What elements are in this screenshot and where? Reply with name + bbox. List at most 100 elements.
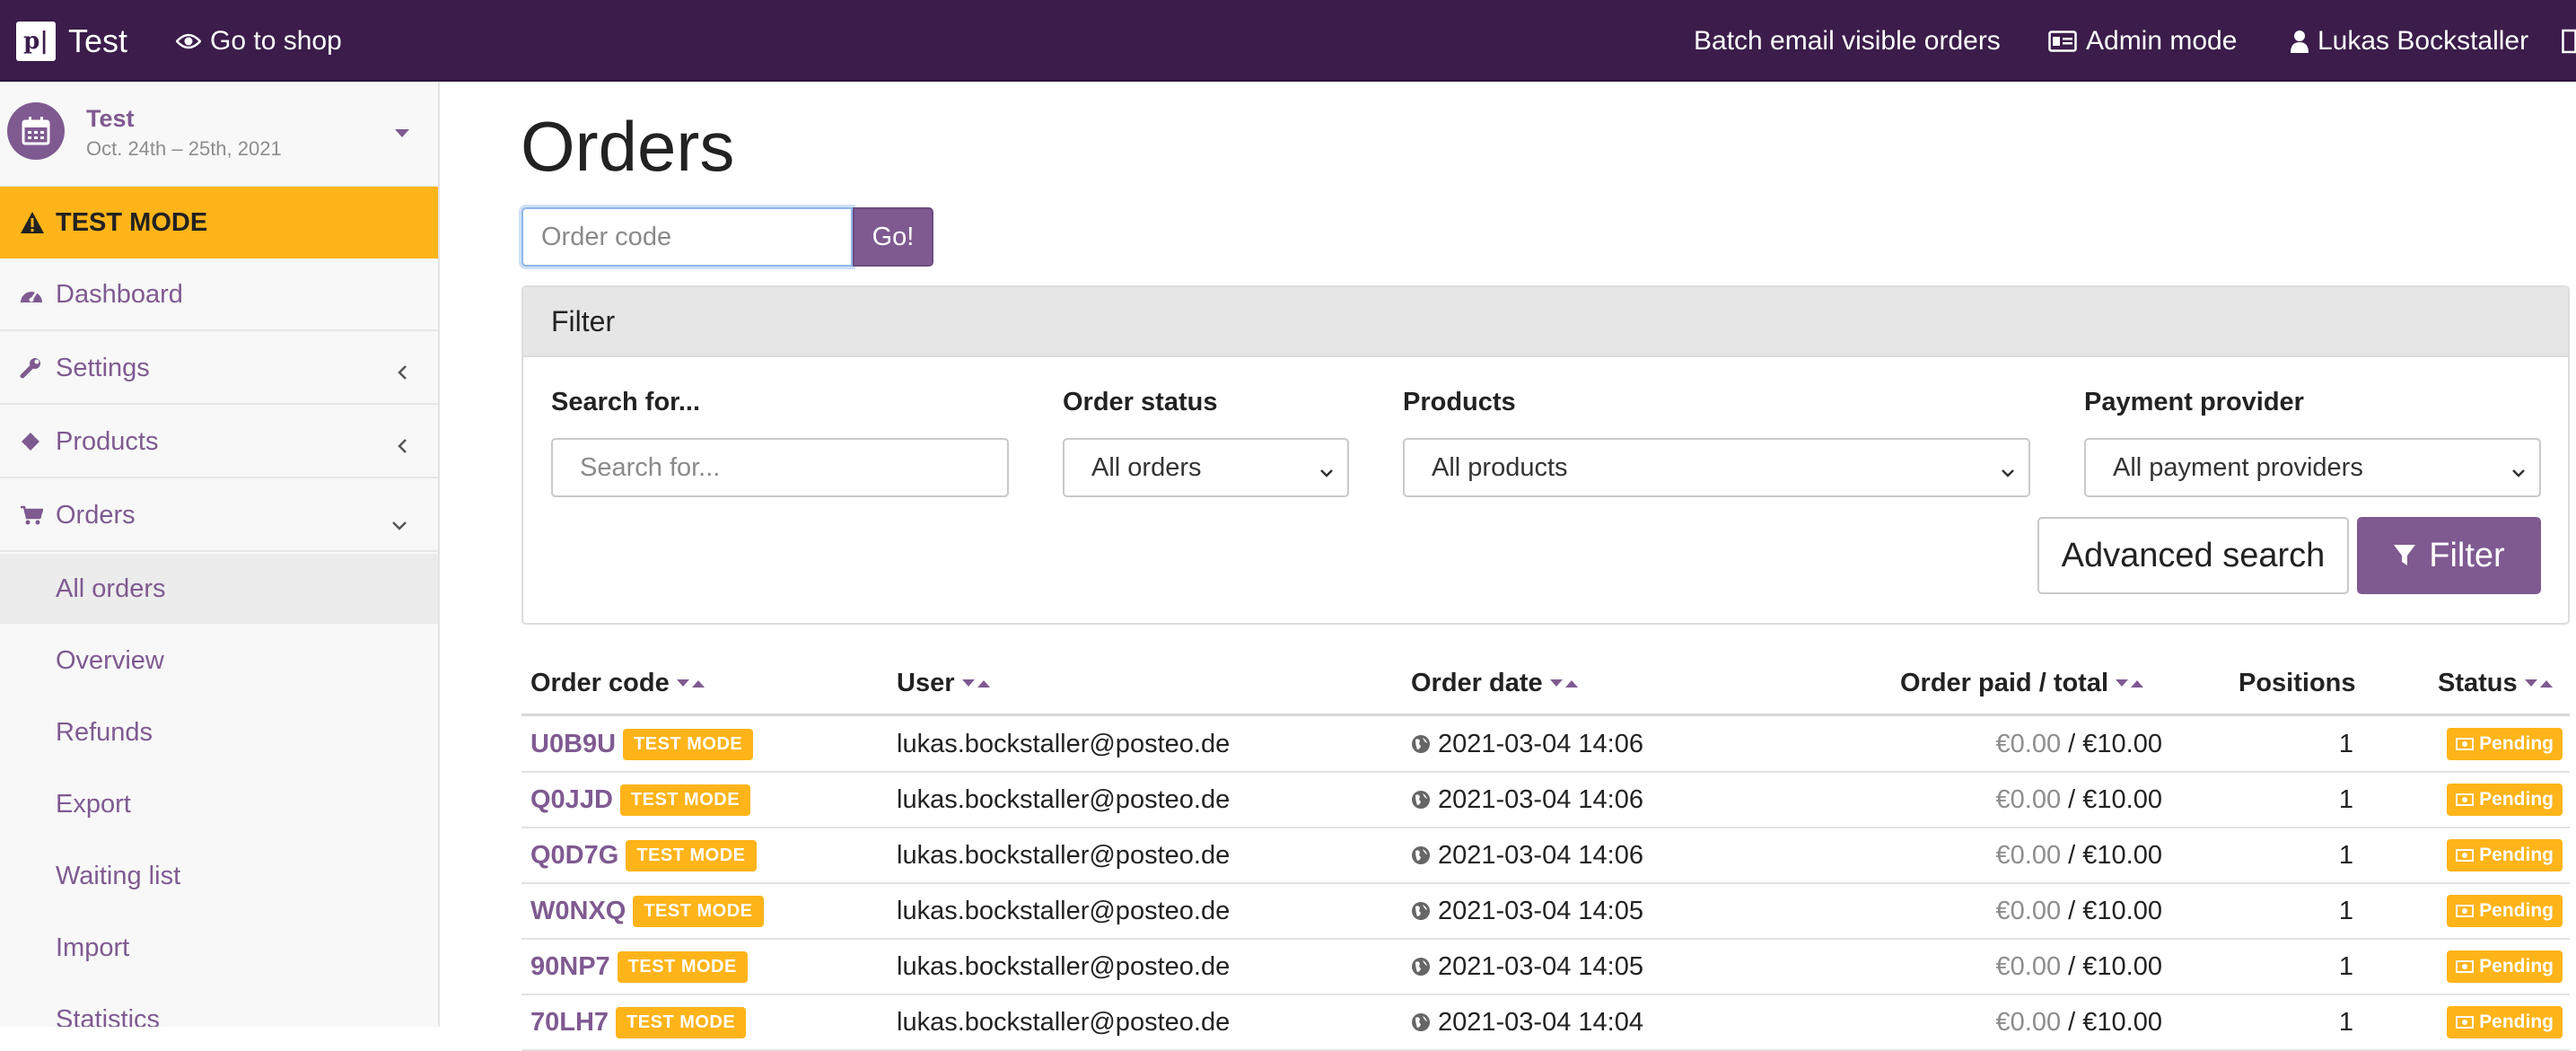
sidebar-subitem-export[interactable]: Export: [0, 769, 438, 839]
sort-icons[interactable]: [1549, 679, 1578, 688]
order-code-cell[interactable]: U0B9U TEST MODE: [530, 717, 754, 771]
top-navbar: p| Test Go to shop Batch email visible o…: [0, 0, 2576, 82]
order-code-input[interactable]: [521, 207, 853, 267]
positions-cell: 1: [2338, 729, 2353, 758]
sort-icons[interactable]: [2524, 679, 2553, 688]
order-code-cell[interactable]: Q0JJD TEST MODE: [530, 773, 751, 827]
order-date: 2021-03-04 14:05: [1438, 896, 1643, 925]
id-card-icon: [2048, 31, 2077, 52]
admin-mode-link[interactable]: Admin mode: [2048, 18, 2237, 65]
order-code-link[interactable]: W0NXQ: [530, 897, 626, 926]
sidebar-item-orders[interactable]: Orders: [0, 480, 438, 552]
sidebar-item-settings[interactable]: Settings: [0, 333, 438, 405]
money-icon: [2456, 738, 2475, 750]
order-code-cell[interactable]: 90NP7 TEST MODE: [530, 940, 748, 994]
products-label: Products: [1403, 388, 1516, 416]
order-date: 2021-03-04 14:05: [1438, 951, 1643, 981]
status-cell: Pending: [2447, 884, 2563, 938]
positions-cell: 1: [2338, 896, 2353, 925]
order-code-cell[interactable]: Q0D7G TEST MODE: [530, 828, 757, 882]
col-header-paid-total[interactable]: Order paid / total: [1900, 669, 2144, 698]
order-code-link[interactable]: Q0JJD: [530, 785, 613, 815]
paid-amount: €0.00: [1995, 1007, 2062, 1037]
sidebar-subitem-import[interactable]: Import: [0, 913, 438, 983]
go-to-shop-link[interactable]: Go to shop: [176, 18, 342, 65]
money-icon: [2456, 905, 2475, 917]
brand-name: Test: [68, 22, 128, 59]
order-status-select[interactable]: All orders: [1063, 438, 1349, 497]
order-date: 2021-03-04 14:06: [1438, 840, 1643, 870]
paid-total-cell: €0.00 / €10.00: [1995, 729, 2162, 758]
table-row: Q0JJD TEST MODE lukas.bockstaller@posteo.…: [521, 773, 2570, 828]
paid-total-cell: €0.00 / €10.00: [1995, 896, 2162, 925]
globe-icon: [1411, 1012, 1431, 1032]
event-switcher[interactable]: Test Oct. 24th – 25th, 2021: [0, 82, 438, 188]
filter-button[interactable]: Filter: [2357, 517, 2541, 594]
order-code-link[interactable]: 90NP7: [530, 952, 610, 982]
sidebar-item-label: Settings: [56, 353, 150, 382]
sidebar-subitem-statistics[interactable]: Statistics: [0, 985, 438, 1028]
payment-provider-select[interactable]: All payment providers: [2084, 438, 2541, 497]
sidebar-item-products[interactable]: Products: [0, 407, 438, 478]
date-cell: 2021-03-04 14:05: [1411, 940, 1643, 994]
logout-icon: [2562, 29, 2576, 54]
col-header-status[interactable]: Status: [2438, 669, 2553, 698]
col-header-user[interactable]: User: [897, 669, 990, 698]
cart-icon: [20, 504, 48, 526]
wrench-icon: [20, 357, 48, 379]
order-code-link[interactable]: 70LH7: [530, 1008, 609, 1038]
sort-icons[interactable]: [676, 679, 705, 688]
search-label: Search for...: [551, 388, 701, 416]
order-code-link[interactable]: Q0D7G: [530, 841, 618, 871]
user-name: Lukas Bockstaller: [2318, 26, 2529, 56]
money-icon: [2456, 960, 2475, 973]
globe-icon: [1411, 901, 1431, 921]
sort-icons[interactable]: [961, 679, 990, 688]
order-code-link[interactable]: U0B9U: [530, 730, 616, 759]
money-icon: [2456, 793, 2475, 806]
status-badge: Pending: [2447, 728, 2563, 760]
sidebar-subitem-waiting-list[interactable]: Waiting list: [0, 841, 438, 911]
paid-amount: €0.00: [1995, 896, 2062, 925]
sidebar-item-label: Dashboard: [56, 279, 183, 309]
col-header-order-date[interactable]: Order date: [1411, 669, 1578, 698]
col-header-order-code[interactable]: Order code: [530, 669, 705, 698]
positions-cell: 1: [2338, 951, 2353, 981]
logout-link[interactable]: [2562, 18, 2576, 65]
sidebar-subitem-all-orders[interactable]: All orders: [0, 554, 438, 624]
status-cell: Pending: [2447, 717, 2563, 771]
sidebar-item-dashboard[interactable]: Dashboard: [0, 259, 438, 331]
user-cell: lukas.bockstaller@posteo.de: [897, 840, 1231, 870]
table-row: Q0D7G TEST MODE lukas.bockstaller@posteo.…: [521, 828, 2570, 884]
batch-email-link[interactable]: Batch email visible orders: [1694, 18, 2001, 65]
search-input[interactable]: Search for...: [551, 438, 1009, 497]
products-value: All products: [1432, 452, 1568, 482]
go-to-shop-label: Go to shop: [210, 26, 342, 56]
sort-icons[interactable]: [2116, 679, 2144, 688]
advanced-search-button[interactable]: Advanced search: [2037, 517, 2349, 594]
date-cell: 2021-03-04 14:06: [1411, 773, 1643, 827]
test-mode-badge: TEST MODE: [633, 895, 764, 927]
col-header-positions: Positions: [2239, 669, 2356, 698]
order-code-cell[interactable]: W0NXQ TEST MODE: [530, 884, 764, 938]
dashboard-icon: [20, 285, 48, 304]
sidebar-subitem-refunds[interactable]: Refunds: [0, 697, 438, 767]
total-amount: €10.00: [2082, 896, 2162, 925]
user-menu-link[interactable]: Lukas Bockstaller: [2291, 18, 2528, 65]
products-select[interactable]: All products: [1403, 438, 2030, 497]
status-cell: Pending: [2447, 773, 2563, 827]
money-icon: [2456, 849, 2475, 862]
col-header-label: Order code: [530, 669, 670, 697]
status-badge: Pending: [2447, 784, 2563, 816]
chevron-down-icon: [391, 509, 407, 539]
search-placeholder: Search for...: [580, 452, 721, 482]
table-row: 70LH7 TEST MODE lukas.bockstaller@posteo.…: [521, 995, 2570, 1051]
tickets-icon: [20, 431, 48, 452]
go-button[interactable]: Go!: [853, 207, 933, 267]
paid-total-cell: €0.00 / €10.00: [1995, 784, 2162, 814]
sidebar-subitem-overview[interactable]: Overview: [0, 626, 438, 696]
order-code-cell[interactable]: 70LH7 TEST MODE: [530, 995, 747, 1049]
chevron-down-icon: [1319, 460, 1335, 489]
brand-link[interactable]: p| Test: [16, 16, 127, 66]
date-cell: 2021-03-04 14:06: [1411, 828, 1643, 882]
